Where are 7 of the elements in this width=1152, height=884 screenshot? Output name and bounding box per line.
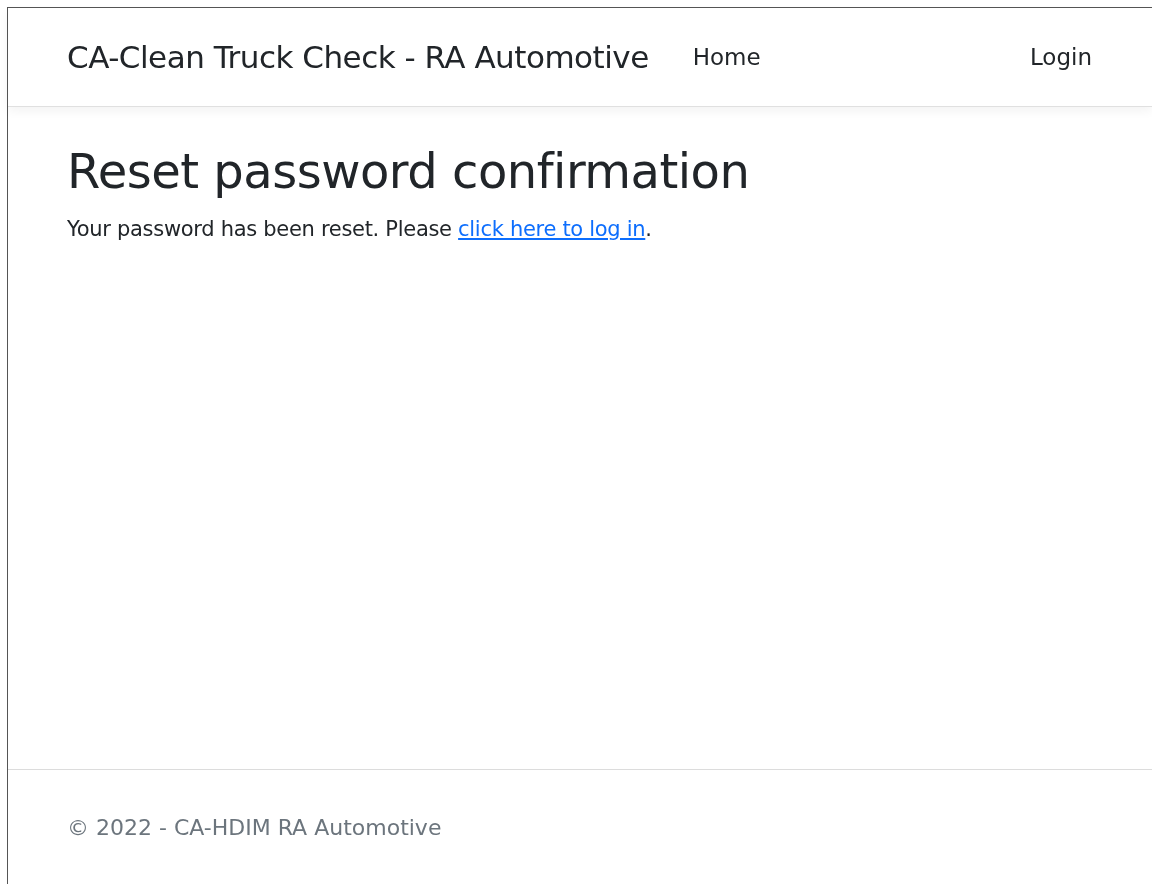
copyright-text: © 2022 - CA-HDIM RA Automotive (67, 815, 442, 840)
nav-link[interactable]: Home (692, 44, 761, 70)
brand-link[interactable]: CA-Clean Truck Check - RA Automotive (67, 39, 649, 75)
confirmation-message: Your password has been reset. Please click here to log in. (67, 217, 653, 241)
inline-text-link[interactable]: click here to log in (458, 217, 646, 241)
page-heading: Reset password confirmation (67, 143, 751, 199)
nav-link[interactable]: Login (1029, 44, 1092, 70)
